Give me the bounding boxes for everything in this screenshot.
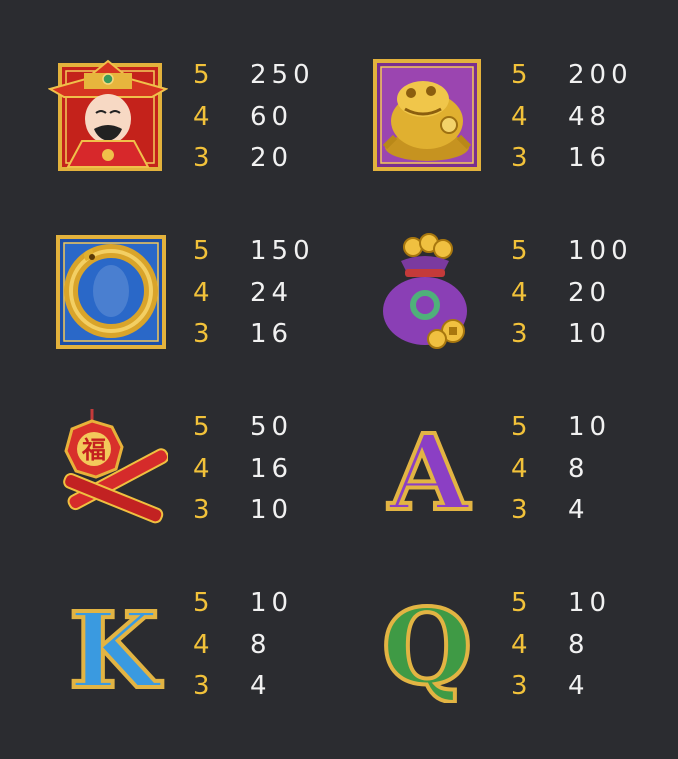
payout-value: 16 bbox=[250, 453, 294, 484]
symbol-count: 5 bbox=[511, 412, 528, 442]
god-of-wealth-icon bbox=[47, 55, 169, 175]
symbol-count: 3 bbox=[511, 319, 528, 349]
symbol-letter-a: A 5 10 4 8 3 4 bbox=[339, 407, 678, 583]
letter-k-icon: K bbox=[48, 583, 168, 714]
symbol-firecracker: 福 5 50 4 16 3 10 bbox=[0, 407, 339, 583]
payout-value: 250 bbox=[250, 60, 315, 90]
symbol-count: 3 bbox=[193, 319, 210, 349]
payout-value: 16 bbox=[250, 319, 294, 349]
payout-value: 10 bbox=[568, 588, 612, 618]
payout-value: 200 bbox=[568, 60, 633, 90]
payout-value: 16 bbox=[568, 143, 612, 173]
payout-value: 4 bbox=[250, 671, 272, 701]
payout-value: 60 bbox=[250, 101, 294, 132]
payout-value: 8 bbox=[250, 629, 272, 660]
symbol-count: 4 bbox=[193, 453, 210, 484]
symbol-count: 4 bbox=[511, 629, 528, 660]
symbol-letter-k: K 5 10 4 8 3 4 bbox=[0, 583, 339, 759]
payout-value: 10 bbox=[568, 319, 612, 349]
symbol-count: 3 bbox=[511, 143, 528, 173]
svg-text:Q: Q bbox=[382, 585, 473, 703]
symbol-count: 5 bbox=[193, 412, 210, 442]
symbol-letter-q: Q 5 10 4 8 3 4 bbox=[339, 583, 678, 759]
symbol-count: 3 bbox=[511, 671, 528, 701]
symbol-count: 4 bbox=[511, 101, 528, 132]
symbol-count: 3 bbox=[511, 495, 528, 525]
letter-q-icon: Q bbox=[367, 583, 487, 710]
symbol-count: 4 bbox=[193, 629, 210, 660]
symbol-count: 5 bbox=[193, 588, 210, 618]
money-bag-icon bbox=[367, 231, 487, 351]
svg-text:K: K bbox=[69, 589, 163, 703]
payout-value: 8 bbox=[568, 453, 590, 484]
golden-koi-icon bbox=[48, 231, 168, 351]
firecracker-icon: 福 bbox=[48, 407, 170, 527]
symbol-count: 3 bbox=[193, 671, 210, 701]
letter-a-icon: A bbox=[367, 407, 487, 536]
payout-value: 8 bbox=[568, 629, 590, 660]
golden-toad-icon bbox=[367, 55, 487, 175]
payout-value: 20 bbox=[568, 277, 612, 308]
payout-value: 10 bbox=[568, 412, 612, 442]
payout-value: 10 bbox=[250, 588, 294, 618]
symbol-count: 3 bbox=[193, 143, 210, 173]
payout-value: 150 bbox=[250, 236, 315, 266]
symbol-toad: 5 200 4 48 3 16 bbox=[339, 55, 678, 231]
payout-value: 24 bbox=[250, 277, 294, 308]
svg-text:A: A bbox=[388, 411, 471, 527]
symbol-count: 4 bbox=[193, 277, 210, 308]
symbol-count: 5 bbox=[511, 60, 528, 90]
svg-text:福: 福 bbox=[81, 435, 106, 464]
payout-value: 4 bbox=[568, 671, 590, 701]
payout-value: 4 bbox=[568, 495, 590, 525]
payout-value: 100 bbox=[568, 236, 633, 266]
symbol-count: 3 bbox=[193, 495, 210, 525]
payout-value: 20 bbox=[250, 143, 294, 173]
symbol-count: 5 bbox=[511, 236, 528, 266]
symbol-count: 4 bbox=[193, 101, 210, 132]
symbol-count: 4 bbox=[511, 277, 528, 308]
symbol-count: 5 bbox=[511, 588, 528, 618]
paytable-screen: { "symbols": [ {"id":"wealth-god","icon"… bbox=[0, 0, 678, 752]
payout-value: 50 bbox=[250, 412, 294, 442]
payout-value: 48 bbox=[568, 101, 612, 132]
symbol-money-bag: 5 100 4 20 3 10 bbox=[339, 231, 678, 407]
payout-value: 10 bbox=[250, 495, 294, 525]
symbol-count: 4 bbox=[511, 453, 528, 484]
symbol-count: 5 bbox=[193, 60, 210, 90]
symbol-wealth-god: 5 250 4 60 3 20 bbox=[0, 55, 339, 231]
symbol-koi: 5 150 4 24 3 16 bbox=[0, 231, 339, 407]
symbol-count: 5 bbox=[193, 236, 210, 266]
